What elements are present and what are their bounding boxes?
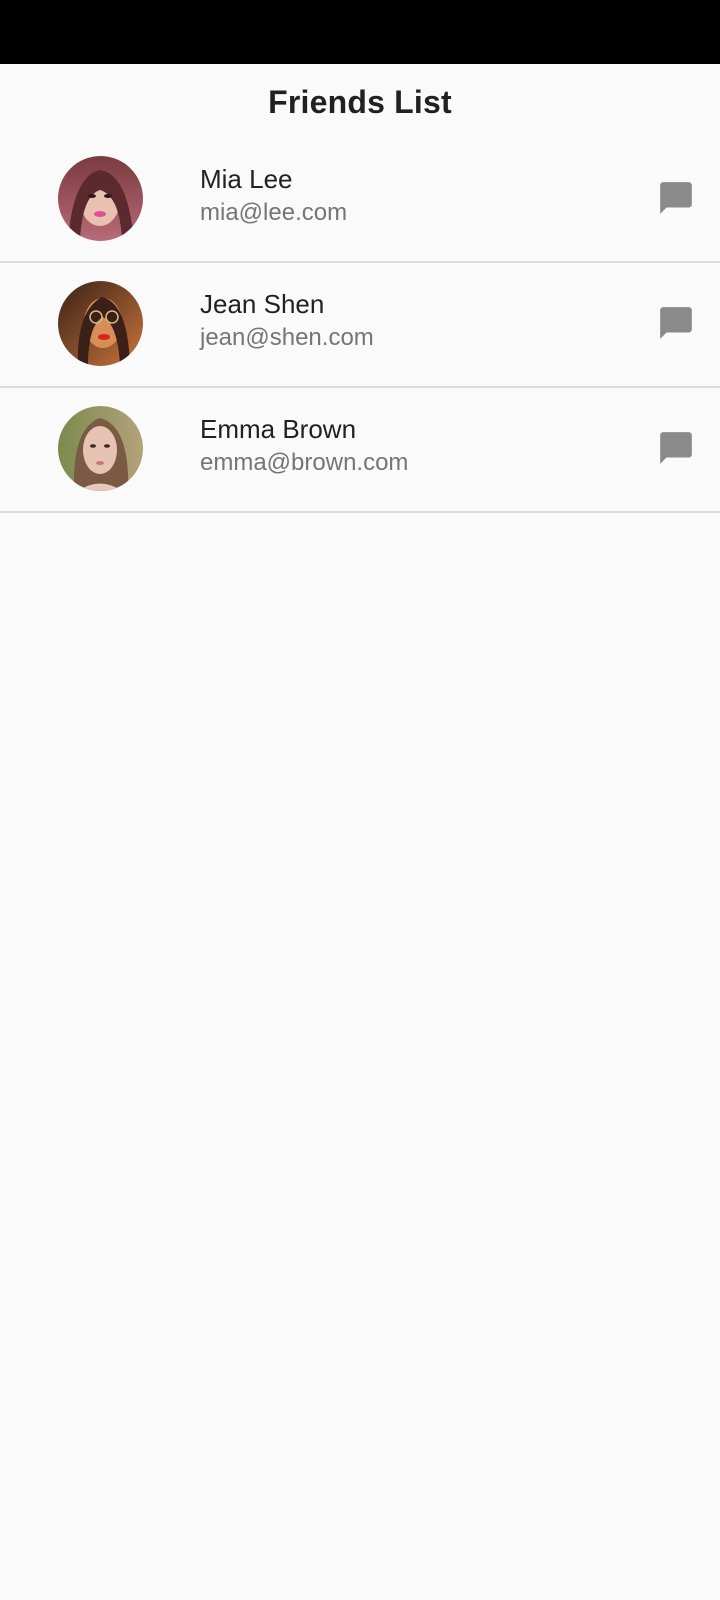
page-title: Friends List bbox=[268, 83, 452, 120]
friend-text: Emma Brown emma@brown.com bbox=[200, 412, 408, 480]
status-bar bbox=[0, 0, 720, 64]
message-button[interactable] bbox=[654, 426, 698, 470]
friends-list: Mia Lee mia@lee.com Jean Shen jean@shen.… bbox=[0, 138, 720, 513]
message-icon bbox=[660, 307, 692, 339]
friend-email: mia@lee.com bbox=[200, 199, 348, 226]
message-icon bbox=[660, 182, 692, 214]
list-item[interactable]: Emma Brown emma@brown.com bbox=[0, 388, 720, 513]
list-item[interactable]: Jean Shen jean@shen.com bbox=[0, 263, 720, 388]
app-header: Friends List bbox=[0, 64, 720, 136]
friend-email: emma@brown.com bbox=[200, 449, 409, 476]
friend-name: Jean Shen bbox=[200, 289, 325, 319]
friend-text: Jean Shen jean@shen.com bbox=[200, 287, 374, 355]
message-button[interactable] bbox=[654, 176, 698, 220]
friend-text: Mia Lee mia@lee.com bbox=[200, 162, 347, 230]
avatar[interactable] bbox=[58, 156, 143, 241]
friend-name: Emma Brown bbox=[200, 414, 357, 444]
message-button[interactable] bbox=[654, 301, 698, 345]
list-item[interactable]: Mia Lee mia@lee.com bbox=[0, 138, 720, 263]
message-icon bbox=[660, 432, 692, 464]
avatar[interactable] bbox=[58, 281, 143, 366]
friend-name: Mia Lee bbox=[200, 164, 293, 194]
avatar[interactable] bbox=[58, 406, 143, 491]
friend-email: jean@shen.com bbox=[200, 324, 374, 351]
